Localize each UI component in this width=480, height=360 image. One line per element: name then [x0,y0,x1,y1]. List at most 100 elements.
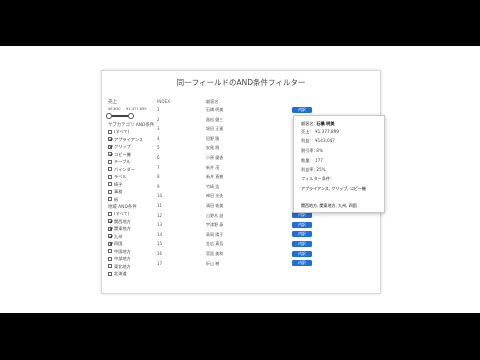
subcategory-option[interactable]: コピー機 [108,151,143,159]
subcategory-option[interactable]: 椅子 [108,181,143,189]
subcategory-option[interactable]: テーブル [108,158,143,166]
subcategory-option[interactable]: クリップ [108,143,143,151]
customer-name-cell: 宇津野 泰 [206,222,224,228]
checkbox[interactable] [108,211,112,216]
customer-name-cell: 石橋 明美 [206,107,224,112]
breakdown-button[interactable]: 内訳 [292,240,312,247]
checkbox[interactable] [108,152,112,156]
index-cell: 6 [157,155,160,160]
customer-name-cell: 畠松 健三 [206,116,224,122]
slider-min-handle[interactable] [106,113,112,119]
index-cell: 4 [157,135,160,141]
region-option[interactable]: 関東地方 [108,225,131,233]
tooltip-customer: 顧客名: 石橋 明美 [301,121,335,126]
checkbox[interactable] [108,182,112,186]
tooltip-sales: 売上: ¥1,377,899 [301,129,339,134]
checkbox[interactable] [108,264,112,268]
tooltip-discount: 割引率: 8% [301,148,323,153]
customer-name-cell: 山野木 滋 [206,212,224,218]
index-cell: 13 [157,222,163,228]
tooltip-filter-subcategory: アプライアンス, クリップ, コピー機 [301,186,366,191]
customer-name-cell: 高岡 陽子 [206,231,224,237]
breakdown-button[interactable]: 内訳 [292,231,312,238]
tooltip: 顧客名: 石橋 明美 売上: ¥1,377,899 利益: ¥143,047 割… [293,115,385,213]
breakdown-button[interactable]: 内訳 [292,260,312,267]
customer-name-cell: 堀田 正憲 [206,126,224,132]
subcategory-option-label: (すべて) [114,129,130,134]
customer-name-cell: 金広 真吾 [206,241,224,247]
region-filter: (すべて) 関西地方関東地方九州 四国 中国地方 中部地方 東北地方北海道 [108,210,131,278]
checkbox[interactable] [108,256,112,261]
tooltip-filter-label: フィルター条件: [301,176,332,181]
sales-range-min: ¥6,830 [108,107,121,111]
checkbox[interactable] [108,271,112,276]
index-cell: 11 [157,203,163,208]
checkbox[interactable] [108,189,112,194]
checkbox[interactable] [108,144,112,149]
region-option-label: 関西地方 [114,218,131,224]
letterbox-top [0,0,480,46]
sales-range-label: 売上 [108,100,118,105]
subcategory-option[interactable]: (すべて) [108,128,143,136]
index-cell: 9 [157,183,160,189]
tooltip-profit: 利益: ¥143,047 [301,138,335,143]
index-cell: 2 [157,116,160,122]
checkbox[interactable] [108,234,112,238]
subcategory-option-label: コピー機 [114,151,131,157]
subcategory-option-label: クリップ [114,144,131,149]
index-cell: 7 [157,164,160,170]
checkbox[interactable] [108,167,112,171]
checkbox[interactable] [108,159,112,164]
index-cell: 17 [157,260,163,266]
tooltip-quantity: 数量: 177 [301,158,323,163]
index-column-header: INDEX [157,99,171,104]
index-cell: 3 [157,126,160,132]
region-option-label: 中国地方 [114,248,131,254]
checkbox[interactable] [108,137,112,141]
checkbox[interactable] [108,129,112,134]
region-option-label: 東北地方 [114,263,131,269]
checkbox[interactable] [108,241,112,246]
customer-name-cell: 折山 樹 [206,260,220,266]
subcategory-option[interactable]: 事務 [108,188,143,196]
checkbox[interactable] [108,249,112,253]
sales-range-max: ¥1,377,899 [126,107,147,111]
slider-max-handle[interactable] [128,113,134,119]
breakdown-button[interactable]: 内訳 [292,250,312,257]
index-cell: 16 [157,251,163,256]
region-option[interactable]: 東北地方 [108,263,131,271]
subcategory-option-label: 事務 [114,189,123,194]
region-option[interactable]: (すべて) [108,210,131,218]
checkbox[interactable] [108,174,112,179]
checkbox[interactable] [108,197,112,201]
index-cell: 1 [157,107,160,112]
subcategory-option[interactable]: 紙 [108,196,143,204]
subcategory-option-label: 紙 [114,196,119,202]
region-option[interactable]: 北海道 [108,270,131,278]
subcategory-option[interactable]: バインダー [108,166,143,174]
customer-name-cell: 竹崎 浩 [206,183,220,189]
region-option-label: 関東地方 [114,226,131,231]
customer-name-cell: 安尾 剛 [206,145,220,151]
customer-name-cell: 小原 優香 [206,155,224,160]
breakdown-button[interactable]: 内訳 [292,106,312,113]
index-cell: 8 [157,174,160,180]
page-title: 同一フィールドのAND条件フィルター [176,78,306,87]
subcategory-option[interactable]: アプライアンス [108,136,143,144]
checkbox[interactable] [108,219,112,223]
breakdown-button[interactable]: 内訳 [292,221,312,228]
index-cell: 5 [157,145,160,151]
subcategory-option-label: テーブル [114,159,131,164]
region-option[interactable]: 中国地方 [108,248,131,256]
subcategory-option[interactable]: ラベル [108,173,143,181]
region-option[interactable]: 関西地方 [108,218,131,226]
region-option[interactable]: 四国 [108,240,131,248]
index-cell: 10 [157,193,163,199]
checkbox[interactable] [108,226,112,231]
region-option[interactable]: 中部地方 [108,255,131,263]
subcategory-option-label: バインダー [114,166,135,172]
region-option[interactable]: 九州 [108,233,131,241]
customer-name-cell: 新井 直樹 [206,174,224,180]
region-option-label: 北海道 [114,271,127,276]
subcategory-filter: (すべて) アプライアンス クリップコピー機テーブルバインダー ラベル 椅子 事務紙 [108,128,143,203]
